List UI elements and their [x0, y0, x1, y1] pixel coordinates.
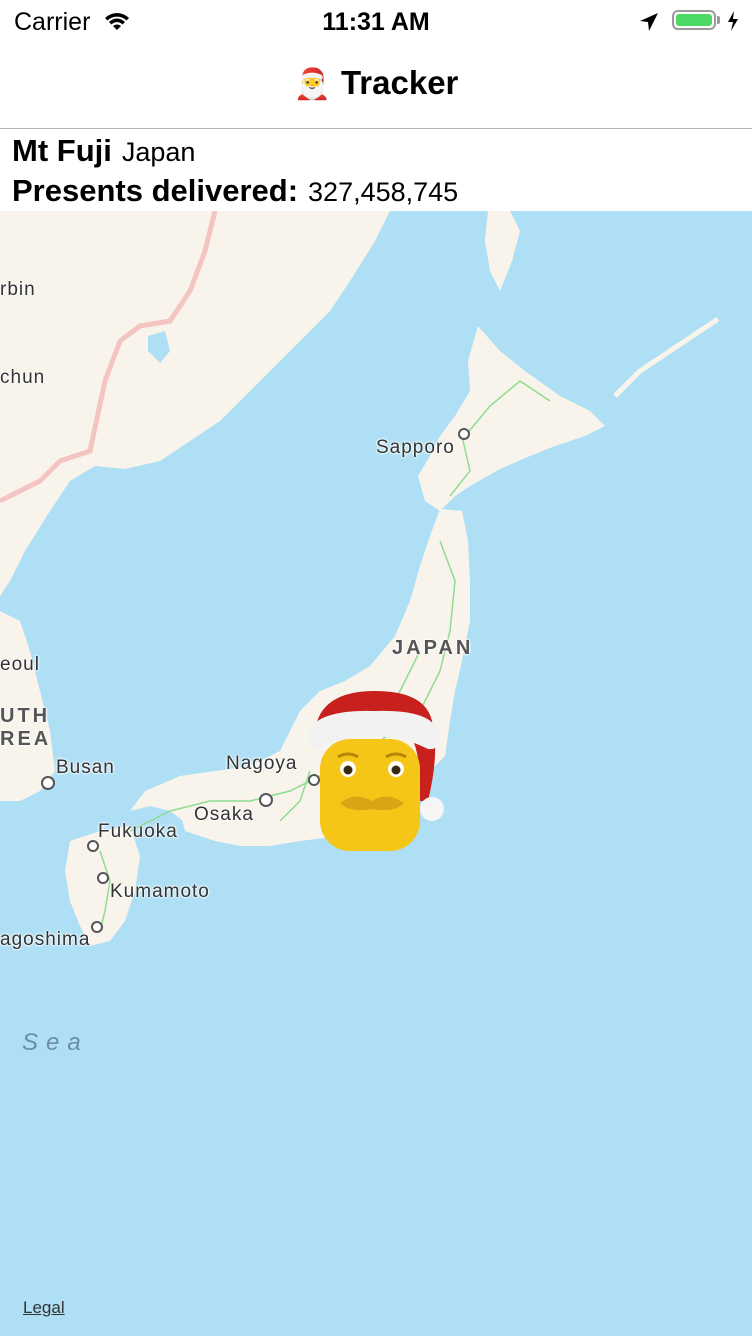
santa-claus-icon[interactable] [300, 691, 450, 861]
battery-icon [672, 10, 716, 30]
country-name: Japan [121, 137, 196, 167]
location-row: Mt Fuji Japan [12, 133, 195, 169]
south-korea-label-2: REA [0, 728, 52, 750]
map-view[interactable]: rbin chun Sapporo JAPAN eoul UTH REA Bus… [0, 211, 752, 1336]
presents-count: 327,458,745 [308, 177, 459, 207]
japan-label: JAPAN [392, 637, 474, 659]
presents-row: Presents delivered: 327,458,745 [12, 173, 458, 209]
nagoya-label: Nagoya [226, 753, 298, 774]
hokkaido-landmass [418, 326, 605, 511]
presents-label: Presents delivered: [12, 173, 299, 208]
fukuoka-label: Fukuoka [98, 821, 178, 842]
sakhalin-landmass [485, 211, 520, 291]
sea-label: Sea [22, 1029, 89, 1056]
place-name: Mt Fuji [12, 133, 112, 168]
harbin-label: rbin [0, 279, 36, 300]
osaka-label: Osaka [194, 804, 254, 825]
changchun-label: chun [0, 367, 46, 388]
status-bar: Carrier 11:31 AM [0, 0, 752, 42]
page-title-text: Tracker [340, 64, 459, 101]
navigation-bar: 🎅 Tracker [0, 42, 752, 129]
santa-emoji-icon: 🎅 [293, 68, 331, 101]
legal-link[interactable]: Legal [23, 1298, 65, 1318]
location-arrow-icon [638, 11, 660, 38]
location-info-panel: Mt Fuji Japan Presents delivered: 327,458,… [0, 129, 752, 211]
kumamoto-label: Kumamoto [110, 881, 210, 902]
busan-label: Busan [56, 757, 115, 778]
mainland-landmass [0, 211, 390, 596]
seoul-label: eoul [0, 654, 40, 675]
battery-cap [717, 16, 720, 24]
sapporo-label: Sapporo [376, 437, 455, 458]
south-korea-label-1: UTH [0, 705, 51, 727]
charging-bolt-icon [726, 10, 740, 37]
page-title: 🎅 Tracker [0, 64, 752, 102]
kuril-islands [613, 316, 720, 398]
kagoshima-label: agoshima [0, 929, 91, 950]
